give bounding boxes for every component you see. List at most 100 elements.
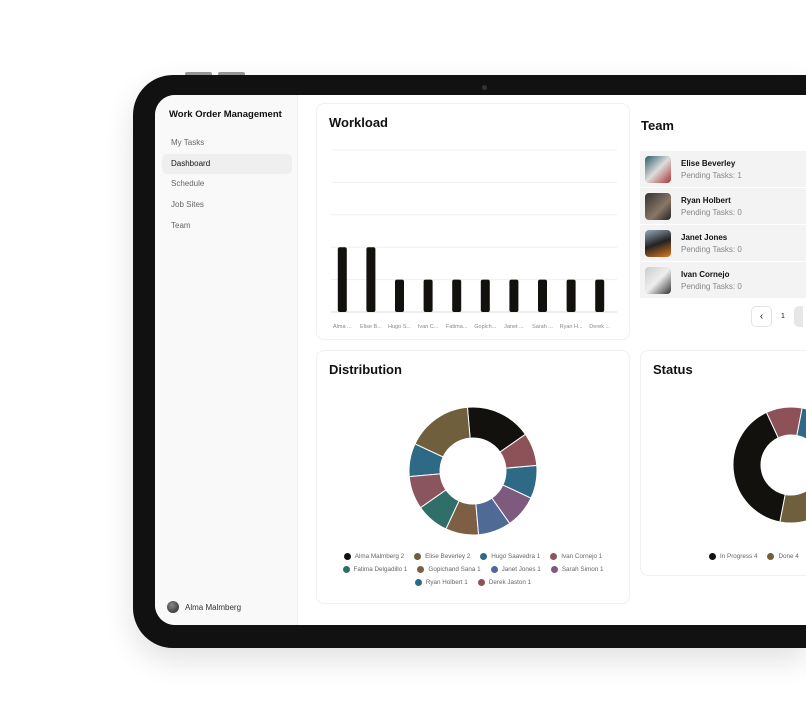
workload-chart: Alma ... Elise B... Hugo S... Ivan C... Fati… bbox=[331, 149, 617, 330]
status-legend: In Progress 4 Done 4 bbox=[641, 553, 806, 560]
page-number[interactable]: 1 bbox=[772, 313, 794, 320]
sidebar-item-schedule[interactable]: Schedule bbox=[162, 174, 292, 194]
legend-label: Alma Malmberg 2 bbox=[354, 553, 405, 560]
bar[interactable] bbox=[337, 247, 347, 312]
bar[interactable] bbox=[538, 279, 547, 312]
pagination: ‹ 1 bbox=[751, 306, 803, 327]
sidebar-item-my-tasks[interactable]: My Tasks bbox=[162, 133, 292, 153]
legend-swatch bbox=[709, 553, 716, 560]
chevron-left-icon[interactable]: ‹ bbox=[751, 306, 772, 327]
distribution-card: Distribution Alma Malmberg 2 Elise Beverl… bbox=[316, 350, 630, 604]
sidebar: Work Order Management My Tasks Dashboard S… bbox=[155, 95, 298, 625]
pie-slice[interactable] bbox=[779, 425, 806, 524]
sidebar-nav: My Tasks Dashboard Schedule Job Sites Team bbox=[162, 133, 292, 236]
member-name: Elise Beverley bbox=[681, 158, 736, 168]
legend-swatch bbox=[414, 579, 422, 586]
legend-item: Ivan Cornejo 1 bbox=[550, 553, 602, 560]
current-user[interactable]: Alma Malmberg bbox=[167, 601, 241, 613]
team-member[interactable]: Elise Beverley Pending Tasks: 1 bbox=[640, 151, 806, 188]
status-card: Status In Progress 4 Done 4 bbox=[640, 350, 806, 576]
legend-label: Fatima Delgadillo 1 bbox=[353, 566, 408, 573]
x-tick-label: Janet ... bbox=[504, 324, 524, 330]
legend-swatch bbox=[343, 553, 351, 560]
x-tick-label: Elise B... bbox=[360, 324, 382, 330]
legend-item: Done 4 bbox=[767, 553, 799, 560]
x-tick-label: Derek ... bbox=[589, 324, 610, 330]
legend-label: Done 4 bbox=[778, 553, 799, 560]
legend-label: Hugo Saavedra 1 bbox=[491, 553, 541, 560]
member-name: Ryan Holbert bbox=[681, 195, 731, 205]
camera bbox=[482, 85, 487, 90]
member-name: Janet Jones bbox=[681, 232, 728, 242]
legend-label: Ryan Holbert 1 bbox=[425, 579, 468, 586]
legend-item: Janet Jones 1 bbox=[490, 566, 541, 573]
bar[interactable] bbox=[423, 279, 433, 312]
bar[interactable] bbox=[480, 279, 490, 312]
legend-label: Elise Beverley 2 bbox=[425, 553, 471, 560]
legend-swatch bbox=[414, 553, 422, 560]
member-name: Ivan Cornejo bbox=[681, 269, 730, 279]
distribution-chart bbox=[408, 406, 538, 536]
legend-item: Sarah Simon 1 bbox=[550, 566, 604, 573]
next-page-button[interactable] bbox=[794, 306, 803, 327]
app-screen: Work Order Management My Tasks Dashboard S… bbox=[155, 95, 806, 625]
legend-item: Gopichand Sana 1 bbox=[417, 566, 481, 573]
workload-card: Workload Alma ... Elise B... Hugo S... Ivan… bbox=[316, 103, 630, 340]
legend-item: Ryan Holbert 1 bbox=[414, 579, 468, 586]
bar[interactable] bbox=[395, 279, 404, 312]
status-chart bbox=[732, 406, 806, 524]
bar[interactable] bbox=[595, 279, 605, 312]
sidebar-item-job-sites[interactable]: Job Sites bbox=[162, 195, 292, 215]
avatar bbox=[645, 155, 671, 183]
legend-swatch bbox=[550, 553, 558, 560]
avatar bbox=[645, 229, 671, 257]
distribution-legend: Alma Malmberg 2 Elise Beverley 2 Hugo Saav… bbox=[317, 553, 629, 586]
x-tick-label: Alma ... bbox=[333, 324, 352, 330]
avatar bbox=[645, 192, 671, 220]
legend-item: Derek Jaston 1 bbox=[477, 579, 532, 586]
legend-swatch bbox=[550, 566, 558, 573]
x-tick-label: Hugo S... bbox=[388, 324, 411, 330]
x-tick-label: Ivan C... bbox=[418, 324, 439, 330]
legend-swatch bbox=[477, 579, 485, 586]
x-tick-label: Fatima... bbox=[446, 324, 468, 330]
team-member[interactable]: Ivan Cornejo Pending Tasks: 0 bbox=[640, 262, 806, 299]
legend-label: Sarah Simon 1 bbox=[561, 566, 604, 573]
sidebar-item-team[interactable]: Team bbox=[162, 216, 292, 236]
x-tick-label: Sarah ... bbox=[532, 324, 553, 330]
legend-item: In Progress 4 bbox=[709, 553, 757, 560]
legend-label: Janet Jones 1 bbox=[501, 566, 541, 573]
legend-swatch bbox=[490, 566, 498, 573]
legend-label: Derek Jaston 1 bbox=[488, 579, 532, 586]
x-tick-label: Gopich... bbox=[474, 324, 496, 330]
legend-label: In Progress 4 bbox=[720, 553, 758, 560]
pending-tasks: Pending Tasks: 0 bbox=[681, 207, 742, 217]
bar[interactable] bbox=[566, 279, 576, 312]
pending-tasks: Pending Tasks: 1 bbox=[681, 170, 742, 180]
avatar bbox=[645, 266, 671, 294]
legend-item: Hugo Saavedra 1 bbox=[480, 553, 540, 560]
bar[interactable] bbox=[509, 279, 519, 312]
legend-item: Fatima Delgadillo 1 bbox=[342, 566, 408, 573]
x-tick-label: Ryan H... bbox=[560, 324, 583, 330]
user-name: Alma Malmberg bbox=[185, 602, 242, 612]
legend-label: Gopichand Sana 1 bbox=[428, 566, 481, 573]
bar[interactable] bbox=[452, 279, 462, 312]
team-member[interactable]: Ryan Holbert Pending Tasks: 0 bbox=[640, 188, 806, 225]
legend-label: Ivan Cornejo 1 bbox=[561, 553, 603, 560]
team-member[interactable]: Janet Jones Pending Tasks: 0 bbox=[640, 225, 806, 262]
pending-tasks: Pending Tasks: 0 bbox=[681, 244, 742, 254]
bar[interactable] bbox=[366, 247, 376, 312]
team-title: Team bbox=[641, 118, 674, 133]
legend-swatch bbox=[417, 566, 425, 573]
legend-swatch bbox=[342, 566, 350, 573]
legend-swatch bbox=[767, 553, 775, 560]
legend-item: Alma Malmberg 2 bbox=[343, 553, 405, 560]
pending-tasks: Pending Tasks: 0 bbox=[681, 281, 742, 291]
sidebar-item-dashboard[interactable]: Dashboard bbox=[162, 153, 292, 174]
app-title: Work Order Management bbox=[169, 109, 282, 120]
avatar bbox=[167, 601, 179, 613]
legend-item: Elise Beverley 2 bbox=[414, 553, 470, 560]
team-list: Elise Beverley Pending Tasks: 1 Ryan Holbe… bbox=[640, 151, 806, 299]
legend-swatch bbox=[480, 553, 488, 560]
